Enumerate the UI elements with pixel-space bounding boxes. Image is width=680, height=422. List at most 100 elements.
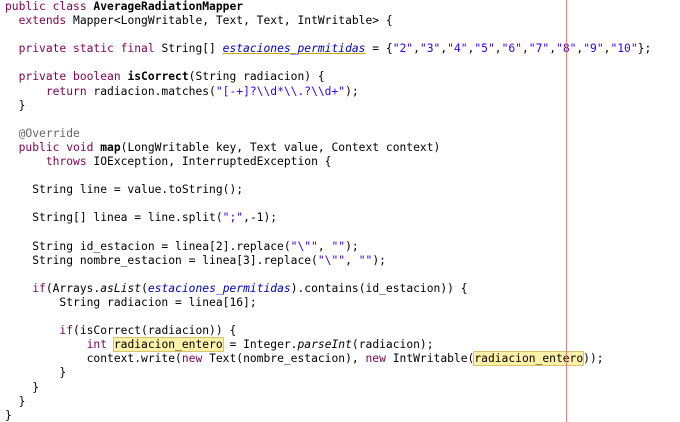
code-token: ,-1); — [243, 211, 278, 225]
code-token: IntWritable( — [392, 352, 475, 366]
code-token: String[] linea = line.split( — [5, 211, 223, 225]
code-token: "5" — [474, 42, 495, 56]
code-token: "2" — [392, 42, 414, 56]
code-token: "" — [358, 253, 373, 267]
code-token: radiacion_entero — [112, 337, 224, 353]
code-token: String line = value.toString(); — [5, 183, 244, 197]
code-line[interactable]: @Override — [5, 127, 651, 141]
code-token: } — [5, 394, 26, 408]
code-line[interactable]: int radiacion_entero = Integer.parseInt(… — [5, 337, 651, 353]
code-token: ( — [141, 281, 148, 295]
code-line[interactable]: ​ — [5, 268, 651, 282]
code-token: ";" — [222, 211, 244, 225]
code-line[interactable]: throws IOException, InterruptedException… — [5, 155, 651, 169]
code-token: @Override — [18, 126, 80, 140]
code-token: "\"" — [317, 253, 346, 267]
code-token: = { — [365, 42, 393, 56]
code-token: (String radiacion) { — [188, 70, 325, 84]
code-token: } — [5, 366, 67, 380]
code-line[interactable]: } — [5, 366, 651, 380]
code-line[interactable]: ​ — [5, 113, 651, 127]
code-token: context.write( — [5, 352, 182, 366]
code-token: } — [5, 380, 40, 394]
code-token: radiacion.matches( — [93, 84, 216, 98]
code-line[interactable]: } — [5, 99, 651, 113]
code-editor[interactable]: public class AverageRadiationMapper exte… — [0, 0, 680, 422]
code-token: , — [494, 42, 502, 56]
code-line[interactable]: ​ — [5, 226, 651, 240]
code-line[interactable]: extends Mapper<LongWritable, Text, Text,… — [5, 14, 651, 28]
code-token: isCorrect — [127, 70, 189, 84]
code-token: estaciones_permitidas — [222, 42, 366, 56]
code-token: , — [317, 239, 332, 253]
code-token: (isCorrect(radiacion)) { — [73, 324, 237, 338]
code-line[interactable]: return radiacion.matches("[-+]?\\d*\\.?\… — [5, 85, 651, 99]
code-line[interactable]: String id_estacion = linea[2].replace("\… — [5, 240, 651, 254]
code-token: , — [413, 42, 420, 56]
code-line[interactable]: context.write( new Text(nombre_estacion),… — [5, 351, 651, 367]
code-line[interactable]: String nombre_estacion = linea[3].replac… — [5, 254, 651, 268]
code-token: private static final — [18, 42, 162, 56]
code-token: , — [549, 42, 557, 56]
code-line[interactable]: if(isCorrect(radiacion)) { — [5, 324, 651, 338]
code-token: map — [100, 140, 121, 154]
code-line[interactable]: } — [5, 409, 651, 422]
code-token: "\"" — [290, 239, 318, 253]
code-line[interactable]: } — [5, 381, 651, 395]
code-token: }; — [637, 42, 652, 56]
code-token: Text(nombre_estacion), — [209, 352, 366, 366]
code-line[interactable]: ​ — [5, 169, 651, 183]
code-token: "7" — [528, 42, 550, 56]
code-token: "" — [331, 239, 346, 253]
code-token: if — [32, 281, 46, 295]
code-token: Mapper<LongWritable, Text, Text, IntWrit… — [73, 14, 393, 28]
code-token: parseInt — [297, 338, 352, 352]
code-token: , — [521, 42, 529, 56]
code-token: "[-+]?\\d*\\.?\\d+" — [215, 84, 346, 98]
code-line[interactable]: private static final String[] estaciones… — [5, 42, 652, 56]
code-area[interactable]: public class AverageRadiationMapper exte… — [5, 0, 651, 422]
code-token: "4" — [447, 42, 468, 56]
code-token: IOException, InterruptedException { — [93, 155, 332, 169]
code-token: AverageRadiationMapper — [93, 0, 244, 13]
code-token: (Arrays. — [45, 281, 101, 295]
code-line[interactable]: String radiacion = linea[16]; — [5, 296, 651, 310]
code-line[interactable]: } — [5, 395, 651, 409]
code-line[interactable]: public void map(LongWritable key, Text v… — [5, 141, 651, 155]
code-token: ).contains(id_estacion)) { — [290, 281, 468, 295]
code-token: "9" — [583, 42, 604, 56]
code-token: ); — [345, 239, 359, 253]
code-token: new — [365, 352, 393, 366]
code-token: extends — [18, 14, 74, 28]
editor-gutter — [0, 0, 3, 422]
code-token: throws — [45, 155, 94, 169]
code-token: ); — [372, 253, 386, 267]
code-line[interactable]: ​ — [5, 56, 651, 70]
code-token: return — [45, 84, 94, 98]
code-line[interactable]: ​ — [5, 310, 651, 324]
code-line[interactable]: public class AverageRadiationMapper — [5, 0, 651, 14]
code-token: public class — [5, 0, 94, 13]
code-line[interactable]: private boolean isCorrect(String radiaci… — [5, 70, 651, 84]
code-token: String id_estacion = linea[2].replace( — [5, 239, 291, 253]
code-token: asList — [100, 281, 142, 295]
code-token: "3" — [419, 42, 441, 56]
code-token: String radiacion = linea[16]; — [5, 295, 257, 309]
code-token: String[] — [161, 42, 223, 56]
code-line[interactable]: String line = value.toString(); — [5, 183, 651, 197]
code-token: estaciones_permitidas — [147, 281, 291, 295]
code-line[interactable]: ​ — [5, 28, 651, 42]
code-line[interactable]: if(Arrays.asList(estaciones_permitidas).… — [5, 282, 651, 296]
code-line[interactable]: String[] linea = line.split(";",-1); — [5, 211, 651, 225]
code-line[interactable]: ​ — [5, 197, 651, 211]
code-token: } — [5, 98, 26, 112]
